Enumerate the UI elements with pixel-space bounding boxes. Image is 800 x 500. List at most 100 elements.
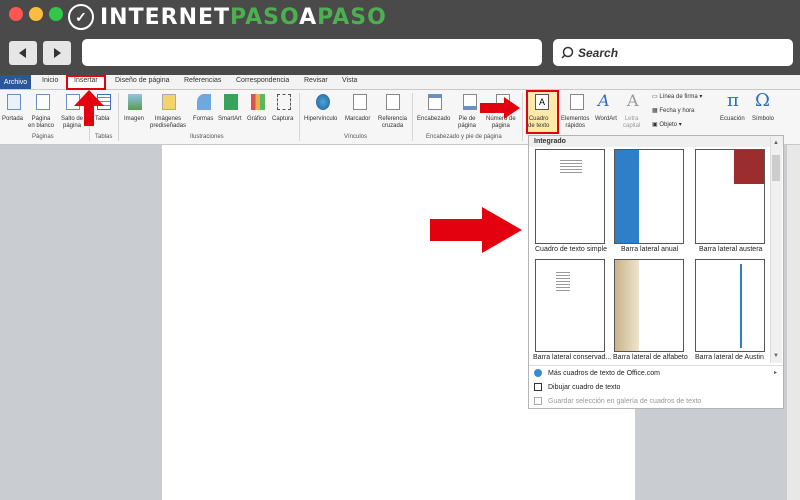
- close-window-button[interactable]: [9, 7, 23, 21]
- fecha-hora-button[interactable]: ▦ Fecha y hora: [652, 108, 694, 115]
- address-bar[interactable]: [82, 39, 542, 66]
- ribbon-separator: [299, 93, 300, 141]
- referencia-label-1: Referencia: [378, 116, 408, 122]
- encabezado-button[interactable]: Encabezado: [417, 116, 450, 123]
- letra-label-1: Letra: [624, 116, 639, 122]
- drop-cap-icon: A: [627, 91, 639, 110]
- wordart-icon: A: [598, 91, 610, 110]
- bookmark-icon: [353, 94, 367, 110]
- forward-arrow-icon: [54, 48, 61, 58]
- minimize-window-button[interactable]: [29, 7, 43, 21]
- portada-button[interactable]: Portada: [2, 116, 23, 123]
- thumbnail-label: Barra lateral anual: [621, 246, 679, 253]
- simbolo-button[interactable]: Símbolo: [752, 116, 774, 123]
- group-ilustraciones: Ilustraciones: [190, 134, 224, 140]
- thumbnail-lines: [556, 270, 570, 293]
- captura-button[interactable]: Captura: [272, 116, 293, 123]
- objeto-label: Objeto: [659, 122, 678, 128]
- hyperlink-icon: [316, 94, 330, 110]
- symbol-icon: Ω: [755, 90, 770, 111]
- grafico-button[interactable]: Gráfico: [247, 116, 266, 123]
- referencia-cruzada-button[interactable]: Referencia cruzada: [378, 116, 407, 130]
- cuadro-texto-button[interactable]: Cuadro de texto: [528, 116, 549, 130]
- imagen-button[interactable]: Imagen: [124, 116, 144, 123]
- pie-label-2: página: [458, 123, 477, 129]
- save-selection-item: Guardar selección en galería de cuadros …: [534, 397, 701, 405]
- header-icon: [428, 94, 442, 110]
- picture-icon: [128, 94, 142, 110]
- marcador-button[interactable]: Marcador: [345, 116, 370, 123]
- pie-pagina-button[interactable]: Pie de página: [458, 116, 476, 130]
- referencia-label-2: cruzada: [381, 123, 404, 129]
- group-encabezado-pie: Encabezado y pie de página: [426, 134, 502, 140]
- search-placeholder: Search: [578, 45, 619, 60]
- thumbnail-lines: [560, 158, 582, 175]
- gallery-section-header: Integrado: [529, 136, 783, 147]
- thumbnail-label: Barra lateral conservad...: [533, 354, 612, 361]
- annotation-arrow-right-small-icon: [480, 97, 520, 119]
- screenshot: ✓ INTERNETPASOAPASO Search Archivo Inici…: [0, 0, 800, 500]
- annotation-arrow-up-icon: [74, 90, 104, 126]
- objeto-button[interactable]: ▣ Objeto ▾: [652, 122, 682, 129]
- group-paginas: Páginas: [32, 134, 54, 140]
- draw-text-box-label: Dibujar cuadro de texto: [548, 383, 621, 391]
- cover-page-icon: [7, 94, 21, 110]
- submenu-arrow-icon: ▸: [773, 370, 777, 376]
- tab-archivo[interactable]: Archivo: [0, 75, 31, 89]
- tab-diseno-pagina[interactable]: Diseño de página: [115, 77, 170, 84]
- thumbnail-sidebar-red: [734, 150, 764, 184]
- formas-button[interactable]: Formas: [193, 116, 213, 123]
- menu-divider: [529, 365, 783, 366]
- thumbnail-simple[interactable]: [535, 149, 605, 244]
- imagenes-prediseniadas-button[interactable]: Imágenes prediseñadas: [150, 116, 186, 130]
- smartart-button[interactable]: SmartArt: [218, 116, 242, 123]
- imagenes-label-1: Imágenes: [154, 116, 182, 122]
- thumbnail-austin[interactable]: [695, 259, 765, 352]
- scroll-thumb[interactable]: [772, 155, 780, 181]
- thumbnail-label: Barra lateral austera: [699, 246, 763, 253]
- thumbnail-sidebar-blue: [615, 150, 639, 243]
- tab-revisar[interactable]: Revisar: [304, 77, 328, 84]
- elementos-label-2: rápidos: [565, 123, 586, 129]
- more-text-boxes-label: Más cuadros de texto de Office.com: [548, 369, 660, 377]
- pagina-blanco-button[interactable]: Página en blanco: [28, 116, 54, 130]
- letra-capital-button[interactable]: Letra capital: [623, 116, 640, 130]
- scroll-down-icon[interactable]: ▼: [773, 353, 779, 359]
- text-box-gallery: Integrado Cuadro de texto simple Barra l…: [528, 135, 784, 409]
- equation-icon: π: [727, 90, 739, 111]
- hipervinculo-button[interactable]: Hipervínculo: [304, 116, 337, 123]
- tab-vista[interactable]: Vista: [342, 77, 357, 84]
- thumbnail-anual[interactable]: [614, 149, 684, 244]
- window-scrollbar[interactable]: [786, 145, 800, 500]
- elementos-rapidos-button[interactable]: Elementos rápidos: [561, 116, 589, 130]
- back-button[interactable]: [9, 41, 37, 65]
- tab-inicio[interactable]: Inicio: [42, 77, 58, 84]
- screenshot-icon: [277, 94, 291, 110]
- wordart-button[interactable]: WordArt: [595, 116, 617, 123]
- thumbnail-label: Barra lateral de alfabeto: [613, 354, 688, 361]
- cuadro-label-2: de texto: [528, 123, 550, 129]
- save-selection-icon: [534, 397, 542, 405]
- pie-label-1: Pie de: [458, 116, 476, 122]
- browser-chrome: ✓ INTERNETPASOAPASO Search: [0, 0, 800, 75]
- scroll-up-icon[interactable]: ▲: [773, 140, 779, 146]
- ecuacion-button[interactable]: Ecuación: [720, 116, 745, 123]
- group-tablas: Tablas: [95, 134, 113, 140]
- numero-label-2: página: [491, 123, 510, 129]
- draw-text-box-icon: [534, 383, 542, 391]
- thumbnail-austera[interactable]: [695, 149, 765, 244]
- tab-insertar[interactable]: Insertar: [74, 77, 98, 84]
- more-text-boxes-item[interactable]: Más cuadros de texto de Office.com: [534, 369, 660, 377]
- gallery-scrollbar[interactable]: ▲ ▼: [770, 137, 782, 363]
- draw-text-box-item[interactable]: Dibujar cuadro de texto: [534, 383, 620, 391]
- maximize-window-button[interactable]: [49, 7, 63, 21]
- tab-correspondencia[interactable]: Correspondencia: [236, 77, 289, 84]
- forward-button[interactable]: [43, 41, 71, 65]
- tab-referencias[interactable]: Referencias: [184, 77, 221, 84]
- linea-firma-button[interactable]: ▭ Línea de firma ▾: [652, 94, 702, 101]
- clip-art-icon: [162, 94, 176, 110]
- thumbnail-alfabeto[interactable]: [614, 259, 684, 352]
- search-box[interactable]: Search: [553, 39, 793, 66]
- logo-badge-icon: ✓: [68, 4, 94, 30]
- thumbnail-conservador[interactable]: [535, 259, 605, 352]
